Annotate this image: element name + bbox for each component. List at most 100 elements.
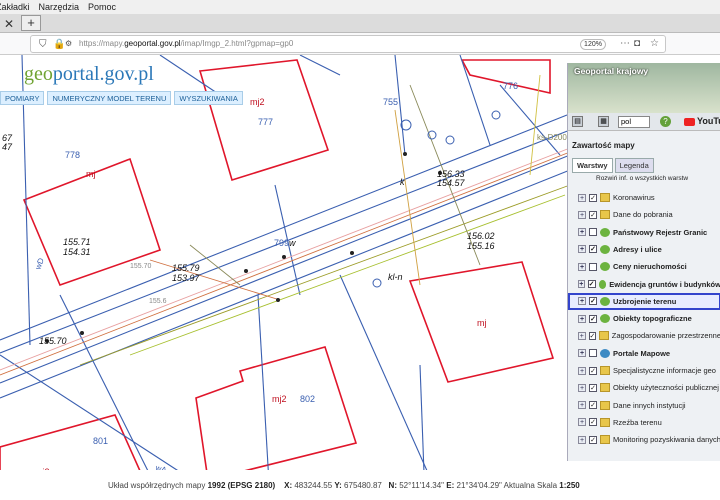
expand-icon[interactable]: + <box>578 383 586 392</box>
expand-icon[interactable]: + <box>578 349 586 358</box>
layer-checkbox[interactable]: ✓ <box>589 366 597 375</box>
layer-checkbox[interactable]: ✓ <box>588 331 597 340</box>
menu-item-pomiary[interactable]: POMIARY <box>0 91 45 105</box>
layer-checkbox[interactable]: ✓ <box>589 297 597 306</box>
expand-icon[interactable]: + <box>578 331 586 340</box>
expand-icon[interactable]: + <box>578 210 586 219</box>
menu-item-nmt[interactable]: NUMERYCZNY MODEL TERENU <box>47 91 172 105</box>
layer-checkbox[interactable]: ✓ <box>589 383 597 392</box>
expand-icon[interactable]: + <box>578 418 586 427</box>
layer-label: Obiekty użyteczności publicznej <box>613 383 719 393</box>
folder-icon <box>600 400 610 410</box>
map-label: 776 <box>503 81 518 91</box>
layer-checkbox[interactable]: ✓ <box>587 280 596 288</box>
map-label: 801 <box>93 436 108 446</box>
layer-row[interactable]: + ✓ Ewidencja gruntów i budynków <box>568 276 720 293</box>
menu-item-wyszukiwania[interactable]: WYSZUKIWANIA <box>174 91 243 105</box>
folder-icon <box>599 331 609 341</box>
bookmark-star-icon[interactable]: ☆ <box>650 38 659 49</box>
layer-checkbox[interactable]: ✓ <box>589 245 597 254</box>
map-label: w <box>289 238 296 248</box>
menu-tools[interactable]: Narzędzia <box>39 2 80 12</box>
map-label: 155.70 <box>130 263 152 270</box>
map-label: 153.97 <box>172 273 201 283</box>
map-label: 755 <box>383 97 398 107</box>
layer-row[interactable]: + Portale Mapowe <box>568 345 720 362</box>
map-label: 156.02 <box>467 231 495 241</box>
layer-checkbox[interactable]: ✓ <box>589 401 597 410</box>
close-tab-icon[interactable]: ✕ <box>4 17 14 31</box>
menu-help[interactable]: Pomoc <box>88 2 116 12</box>
tab-warstwy[interactable]: Warstwy <box>572 158 613 173</box>
map-label: 155.71 <box>63 237 91 247</box>
youtube-link[interactable]: YouTu <box>684 116 720 126</box>
expand-icon[interactable]: + <box>578 401 586 410</box>
map-label: 154.31 <box>63 247 91 257</box>
layer-checkbox[interactable] <box>589 349 597 358</box>
map-label: 802 <box>300 394 315 404</box>
layer-label: Dane do pobrania <box>613 210 673 220</box>
layer-row[interactable]: + ✓ Uzbrojenie terenu <box>568 292 720 310</box>
tab-bar: ✕ + <box>0 14 720 33</box>
new-tab-button[interactable]: + <box>21 15 41 31</box>
geoportal-logo[interactable]: geoportal.gov.pl <box>24 63 154 86</box>
browser-window: Zakładki Narzędzia Pomoc ✕ + ⛉ 🔒 ⚙ https… <box>0 0 720 500</box>
panel-title: Geoportal krajowy <box>574 66 649 76</box>
lock-icon[interactable]: 🔒 <box>53 39 65 50</box>
expand-icon[interactable]: + <box>578 314 586 323</box>
geoportal-krajowy-header[interactable]: Geoportal krajowy <box>568 63 720 113</box>
layer-checkbox[interactable] <box>589 228 597 237</box>
help-icon[interactable]: ? <box>660 116 671 127</box>
folder-icon <box>600 210 610 220</box>
expand-icon[interactable]: + <box>578 245 586 254</box>
layer-label: Portale Mapowe <box>613 348 671 358</box>
content-title: Zawartość mapy <box>572 141 635 150</box>
menu-bookmarks[interactable]: Zakładki <box>0 2 30 12</box>
url-text: https://mapy.geoportal.gov.pl/imap/Imgp_… <box>79 39 294 48</box>
save-icon[interactable]: ▦ <box>598 116 609 127</box>
url-bar[interactable]: ⛉ 🔒 ⚙ https://mapy.geoportal.gov.pl/imap… <box>30 35 666 53</box>
layer-label: Państwowy Rejestr Granic <box>613 227 708 237</box>
expand-icon[interactable]: + <box>578 193 586 202</box>
layer-checkbox[interactable]: ✓ <box>589 418 597 427</box>
tab-legenda[interactable]: Legenda <box>614 158 654 173</box>
layer-row[interactable]: + ✓ Zagospodarowanie przestrzenne <box>568 327 720 344</box>
layer-checkbox[interactable]: ✓ <box>589 193 597 202</box>
layer-row[interactable]: + Ceny nieruchomości <box>568 258 720 275</box>
expand-icon[interactable]: + <box>578 262 586 271</box>
layer-row[interactable]: + ✓ Obiekty użyteczności publicznej <box>568 379 720 396</box>
print-icon[interactable]: ▤ <box>572 116 583 127</box>
layer-row[interactable]: + Państwowy Rejestr Granic <box>568 224 720 241</box>
permissions-icon[interactable]: ⚙ <box>65 39 72 48</box>
folder-icon <box>600 193 610 202</box>
expand-icon[interactable]: + <box>578 280 585 288</box>
layer-checkbox[interactable]: ✓ <box>589 435 597 444</box>
layer-label: Obiekty topograficzne <box>613 314 692 324</box>
map-label: 778 <box>65 150 80 160</box>
layer-checkbox[interactable] <box>589 262 597 271</box>
pocket-icon[interactable]: ◘ <box>634 38 640 49</box>
layer-label: Ewidencja gruntów i budynków <box>609 279 720 289</box>
layer-row[interactable]: + ✓ Koronawirus <box>568 189 720 206</box>
layer-row[interactable]: + ✓ Monitoring pozyskiwania danych <box>568 431 720 448</box>
layer-row[interactable]: + ✓ Adresy i ulice <box>568 241 720 258</box>
layer-row[interactable]: + ✓ Dane innych instytucji <box>568 397 720 414</box>
map-label: 155.6 <box>149 298 167 305</box>
layer-row[interactable]: + ✓ Rzeźba terenu <box>568 414 720 431</box>
folder-icon <box>600 435 610 445</box>
layer-checkbox[interactable]: ✓ <box>589 210 597 219</box>
expand-all-link[interactable]: Rozwiń inf. o wszystkich warstw <box>596 175 688 182</box>
layer-row[interactable]: + ✓ Dane do pobrania <box>568 206 720 223</box>
layer-row[interactable]: + ✓ Obiekty topograficzne <box>568 310 720 327</box>
layer-row[interactable]: + ✓ Specjalistyczne informacje geo <box>568 362 720 379</box>
shield-icon[interactable]: ⛉ <box>39 39 47 50</box>
more-actions-icon[interactable]: ⋯ <box>620 38 630 49</box>
language-select[interactable]: pol <box>618 116 650 128</box>
expand-icon[interactable]: + <box>578 297 586 306</box>
expand-icon[interactable]: + <box>578 228 586 237</box>
expand-icon[interactable]: + <box>578 366 586 375</box>
layer-checkbox[interactable]: ✓ <box>589 314 597 323</box>
expand-icon[interactable]: + <box>578 435 586 444</box>
folder-icon <box>600 417 610 427</box>
zoom-level[interactable]: 120% <box>580 39 606 50</box>
